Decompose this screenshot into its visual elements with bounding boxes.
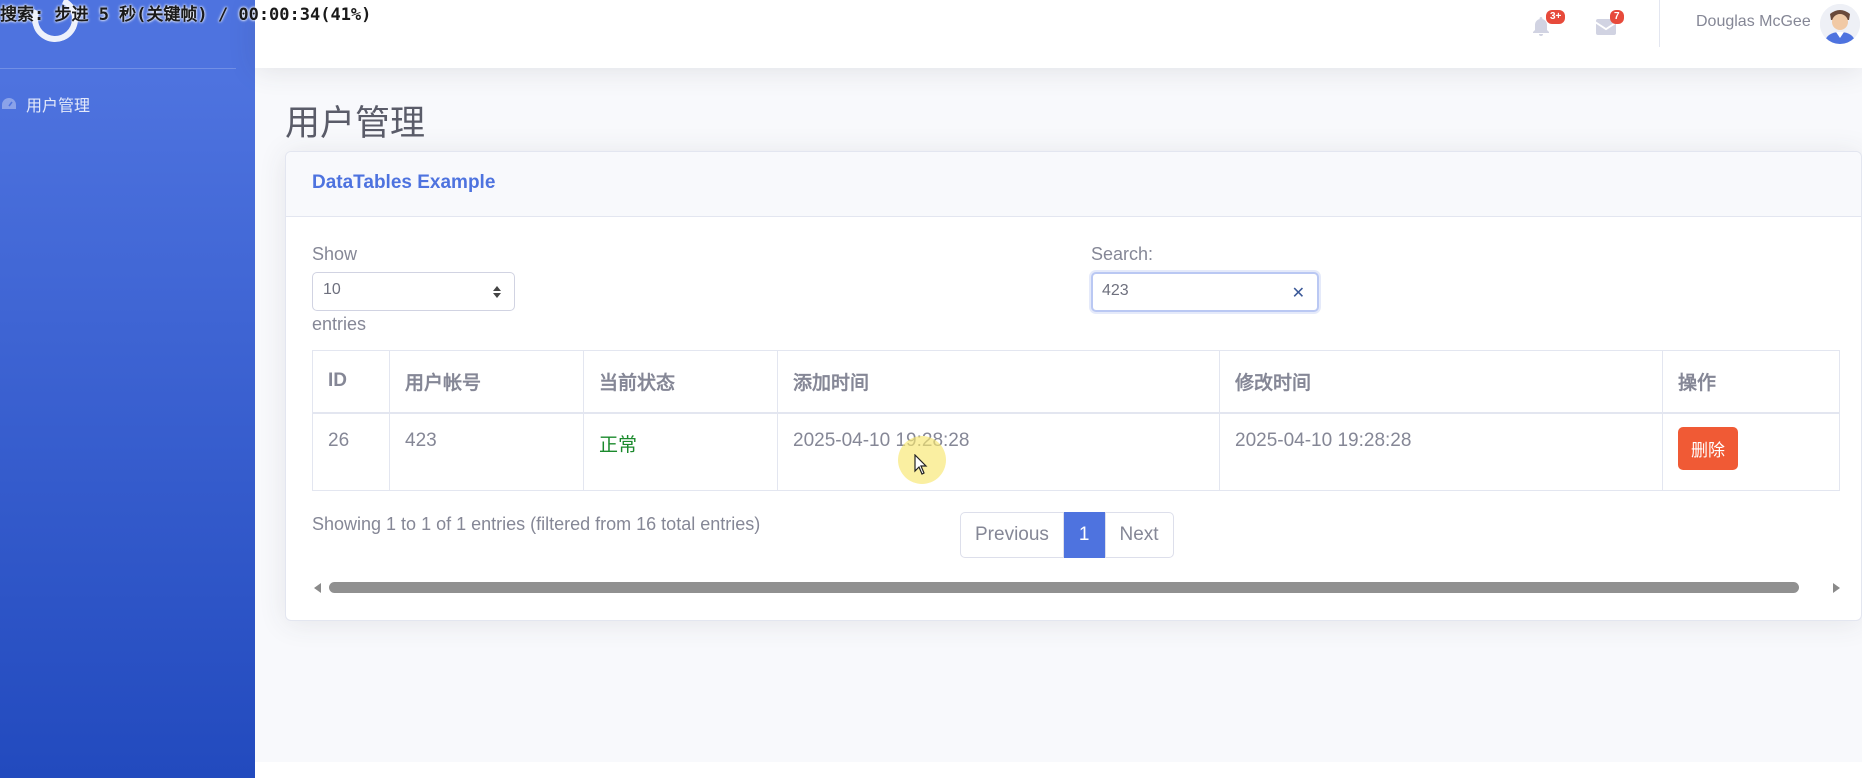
table-info: Showing 1 to 1 of 1 entries (filtered fr… [312, 514, 761, 534]
entries-length-value: 10 [323, 281, 341, 298]
entries-length-select[interactable]: 10 [312, 272, 515, 311]
table-header-row: ID 用户帐号 当前状态 添加时间 修改时间 操作 [312, 350, 1840, 414]
sidebar-divider [0, 68, 236, 69]
clear-search-icon[interactable]: ✕ [1292, 283, 1305, 303]
cell-actions: 删除 [1662, 412, 1840, 491]
topbar-divider [1659, 0, 1660, 47]
topbar: 3+ 7 Douglas McGee [255, 0, 1862, 68]
scrollbar-thumb[interactable] [329, 582, 1799, 593]
column-header-status[interactable]: 当前状态 [583, 350, 778, 414]
search-input[interactable]: 423 ✕ [1091, 272, 1319, 312]
footer-band [255, 762, 1862, 778]
column-header-id[interactable]: ID [312, 350, 390, 414]
cell-modified: 2025-04-10 19:28:28 [1219, 412, 1663, 491]
pagination-previous[interactable]: Previous [960, 512, 1064, 558]
datatable-card: DataTables Example Show 10 entries Searc… [285, 151, 1862, 621]
scroll-left-arrow-icon[interactable] [314, 583, 321, 593]
cell-account: 423 [389, 412, 584, 491]
cell-id: 26 [312, 412, 390, 491]
horizontal-scrollbar[interactable] [314, 580, 1840, 596]
messages-badge: 7 [1610, 10, 1624, 24]
card-header: DataTables Example [286, 152, 1861, 217]
scroll-right-arrow-icon[interactable] [1833, 583, 1840, 593]
video-overlay-text: 搜索: 步进 5 秒(关键帧) / 00:00:34(41%) [0, 5, 372, 25]
alerts-badge: 3+ [1546, 10, 1566, 24]
avatar[interactable] [1820, 4, 1860, 44]
user-name[interactable]: Douglas McGee [1696, 13, 1811, 31]
column-header-modified[interactable]: 修改时间 [1219, 350, 1663, 414]
search-label: Search: [1091, 244, 1154, 264]
card-title: DataTables Example [312, 172, 496, 193]
users-table: ID 用户帐号 当前状态 添加时间 修改时间 操作 26 423 正常 2025… [312, 350, 1840, 491]
sidebar-item-label: 用户管理 [26, 98, 91, 115]
mouse-cursor-icon [914, 454, 928, 475]
pagination-page-1[interactable]: 1 [1063, 512, 1105, 558]
page-title: 用户管理 [285, 104, 426, 143]
dashboard-icon [2, 98, 16, 109]
length-label-show: Show [312, 244, 358, 264]
alerts-dropdown[interactable]: 3+ [1532, 0, 1566, 48]
cell-created: 2025-04-10 19:28:28 [777, 412, 1220, 491]
search-value: 423 [1102, 282, 1129, 299]
sidebar-item-user-management[interactable]: 用户管理 [0, 92, 90, 116]
delete-button[interactable]: 删除 [1678, 426, 1738, 470]
table-row: 26 423 正常 2025-04-10 19:28:28 2025-04-10… [312, 412, 1840, 491]
pagination-next[interactable]: Next [1104, 512, 1174, 558]
cell-status: 正常 [583, 412, 778, 491]
column-header-account[interactable]: 用户帐号 [389, 350, 584, 414]
length-label-entries: entries [312, 314, 367, 334]
user-avatar-icon [1820, 4, 1860, 44]
column-header-created[interactable]: 添加时间 [777, 350, 1220, 414]
messages-dropdown[interactable]: 7 [1596, 0, 1624, 48]
sort-arrows-icon [493, 286, 501, 298]
column-header-actions[interactable]: 操作 [1662, 350, 1840, 414]
pagination: Previous 1 Next [960, 512, 1174, 558]
sidebar: 用户管理 [0, 0, 255, 778]
